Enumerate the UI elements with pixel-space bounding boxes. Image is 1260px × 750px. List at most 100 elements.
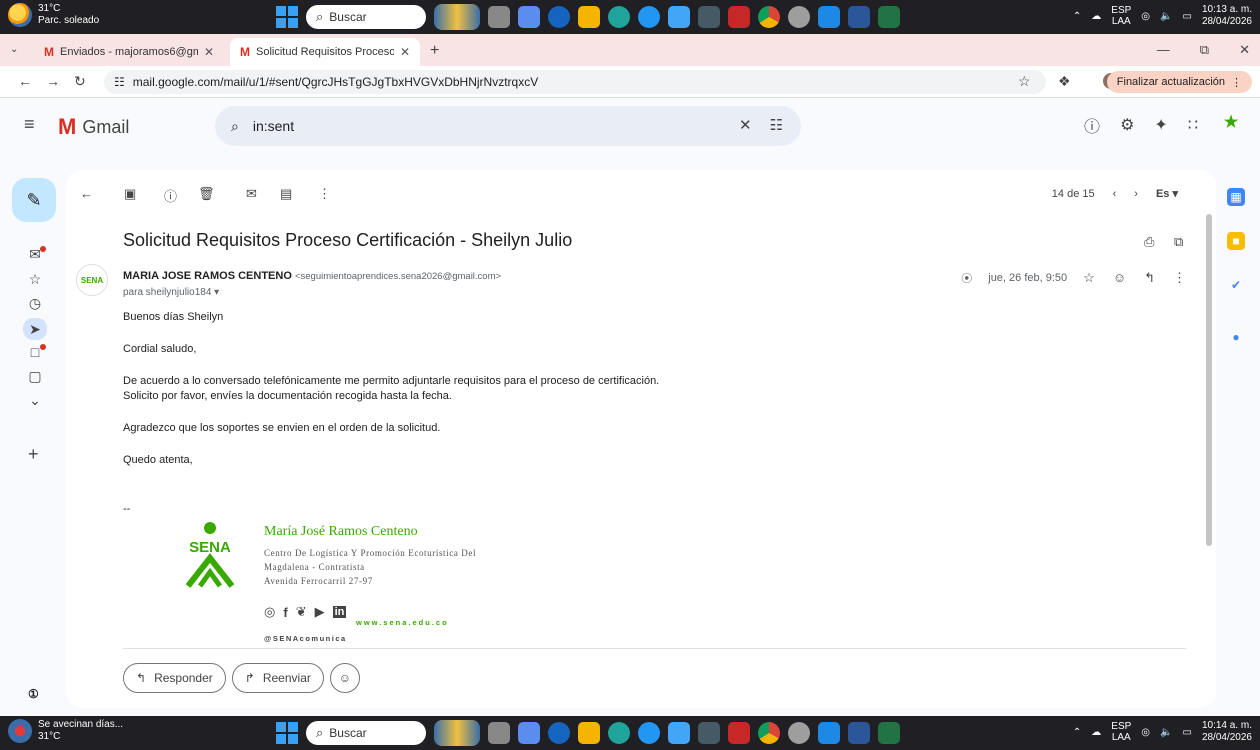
tab-solicitud[interactable]: M Solicitud Requisitos Proceso Ce ✕ bbox=[230, 38, 420, 66]
forward-icon[interactable]: → bbox=[46, 73, 60, 89]
archive-icon[interactable]: ▣ bbox=[124, 186, 136, 202]
tasks-icon[interactable]: ✔ bbox=[1227, 276, 1245, 294]
older-icon[interactable]: › bbox=[1134, 188, 1138, 200]
clock[interactable]: 10:14 a. m. 28/04/2026 bbox=[1202, 720, 1252, 744]
mail-search-input[interactable]: ⌕ in:sent ✕ ☷ bbox=[215, 106, 801, 146]
forward-button[interactable]: ↱ Reenviar bbox=[231, 663, 324, 693]
newer-icon[interactable]: ‹ bbox=[1113, 188, 1117, 200]
gemini-sparkle-icon[interactable]: ✦ bbox=[1154, 115, 1167, 135]
language-indicator[interactable]: ESP LAA bbox=[1111, 721, 1131, 743]
wifi-icon[interactable]: ◎ bbox=[1141, 727, 1150, 738]
chevron-up-icon[interactable]: ⌃ bbox=[1073, 727, 1081, 738]
calculator-icon[interactable] bbox=[698, 6, 720, 28]
back-icon[interactable]: ← bbox=[18, 73, 32, 89]
language-indicator[interactable]: ESP LAA bbox=[1111, 5, 1131, 27]
gear-icon[interactable]: ⚙ bbox=[1120, 115, 1134, 135]
store-icon[interactable] bbox=[668, 722, 690, 744]
chrome-icon[interactable] bbox=[758, 6, 780, 28]
copilot-icon[interactable] bbox=[518, 722, 540, 744]
minimize-icon[interactable]: — bbox=[1157, 42, 1170, 58]
edge-icon[interactable] bbox=[608, 6, 630, 28]
starred-icon[interactable]: ☆ bbox=[26, 271, 44, 288]
snoozed-icon[interactable]: ◷ bbox=[26, 295, 44, 312]
copilot-icon[interactable] bbox=[518, 6, 540, 28]
reload-icon[interactable]: ↻ bbox=[74, 73, 86, 90]
windows-start-icon[interactable] bbox=[276, 6, 298, 28]
store-icon[interactable] bbox=[668, 6, 690, 28]
taskbar-widget-image[interactable] bbox=[434, 4, 480, 30]
windows-start-icon[interactable] bbox=[276, 722, 298, 744]
settings-icon[interactable] bbox=[788, 722, 810, 744]
back-to-list-icon[interactable]: ← bbox=[80, 186, 93, 201]
calculator-icon[interactable] bbox=[698, 722, 720, 744]
task-view-icon[interactable] bbox=[488, 722, 510, 744]
more-chevron-icon[interactable]: ⌄ bbox=[26, 392, 44, 409]
wifi-icon[interactable]: ◎ bbox=[1141, 11, 1150, 22]
search-options-icon[interactable]: ☷ bbox=[770, 116, 783, 134]
excel-icon[interactable] bbox=[878, 722, 900, 744]
contacts-icon[interactable]: ● bbox=[1227, 328, 1245, 346]
url-input[interactable]: ☷ mail.google.com/mail/u/1/#sent/QgrcJHs… bbox=[104, 70, 1046, 94]
tab-search-chevron-icon[interactable]: ⌄ bbox=[10, 44, 18, 55]
cloud-icon[interactable]: ☁ bbox=[1091, 11, 1101, 22]
battery-icon[interactable]: ▭ bbox=[1182, 727, 1191, 738]
reply-icon[interactable]: ↰ bbox=[1144, 270, 1155, 286]
restore-icon[interactable]: ⧉ bbox=[1200, 42, 1209, 58]
taskbar-widget-image[interactable] bbox=[434, 720, 480, 746]
weather-widget[interactable]: Se avecinan días... 31°C bbox=[8, 719, 123, 743]
settings-icon[interactable] bbox=[788, 6, 810, 28]
tab-enviados[interactable]: M Enviados - majoramos6@gmail. ✕ bbox=[34, 38, 224, 66]
mark-unread-icon[interactable]: ✉ bbox=[246, 186, 257, 202]
finish-update-button[interactable]: Finalizar actualización ⋮ bbox=[1106, 71, 1252, 93]
photos-icon[interactable] bbox=[818, 6, 840, 28]
facebook-icon[interactable]: f bbox=[283, 605, 287, 620]
input-tools-select[interactable]: Es ▾ bbox=[1156, 187, 1178, 200]
cloud-icon[interactable]: ☁ bbox=[1091, 727, 1101, 738]
info-icon[interactable]: ① bbox=[28, 687, 39, 701]
calendar-icon[interactable]: ▦ bbox=[1227, 188, 1245, 206]
file-explorer-icon[interactable] bbox=[578, 6, 600, 28]
task-view-icon[interactable] bbox=[488, 6, 510, 28]
file-explorer-icon[interactable] bbox=[578, 722, 600, 744]
volume-icon[interactable]: 🔈 bbox=[1160, 11, 1172, 22]
close-tab-icon[interactable]: ✕ bbox=[204, 45, 214, 59]
print-icon[interactable]: ⎙ bbox=[1144, 234, 1154, 250]
hp-icon[interactable] bbox=[548, 722, 570, 744]
compose-button[interactable]: ✎ bbox=[12, 178, 56, 222]
keep-icon[interactable]: ■ bbox=[1227, 232, 1245, 250]
chevron-up-icon[interactable]: ⌃ bbox=[1073, 11, 1081, 22]
clear-search-icon[interactable]: ✕ bbox=[739, 116, 752, 134]
emoji-react-button[interactable]: ☺ bbox=[329, 663, 360, 693]
main-menu-icon[interactable]: ≡ bbox=[24, 114, 35, 135]
report-spam-icon[interactable]: ⓘ bbox=[164, 186, 177, 205]
word-icon[interactable] bbox=[848, 6, 870, 28]
extensions-icon[interactable]: ❖ bbox=[1058, 73, 1071, 90]
star-icon[interactable]: ☆ bbox=[1083, 270, 1095, 286]
clock[interactable]: 10:13 a. m. 28/04/2026 bbox=[1202, 4, 1252, 28]
more-vert-icon[interactable]: ⋮ bbox=[318, 186, 331, 202]
app-icon[interactable] bbox=[638, 6, 660, 28]
emoji-react-icon[interactable]: ☺ bbox=[1113, 270, 1126, 286]
account-avatar-sena-icon[interactable]: ★ bbox=[1218, 112, 1244, 138]
weather-widget[interactable]: 31°C Parc. soleado bbox=[8, 3, 99, 27]
close-tab-icon[interactable]: ✕ bbox=[400, 45, 410, 59]
search-icon[interactable]: ⌕ bbox=[231, 118, 239, 135]
open-new-window-icon[interactable]: ⧉ bbox=[1174, 234, 1183, 250]
sender-avatar[interactable]: SENA bbox=[76, 264, 108, 296]
youtube-icon[interactable]: ▶ bbox=[315, 604, 325, 620]
more-vert-icon[interactable]: ⋮ bbox=[1173, 270, 1186, 286]
purchases-icon[interactable]: ▢ bbox=[26, 368, 44, 385]
recipient-details[interactable]: para sheilynjulio184 ▾ bbox=[123, 287, 219, 298]
mcafee-icon[interactable] bbox=[728, 6, 750, 28]
new-tab-icon[interactable]: + bbox=[430, 42, 439, 60]
app-icon[interactable] bbox=[638, 722, 660, 744]
linkedin-icon[interactable]: in bbox=[332, 606, 347, 618]
mcafee-icon[interactable] bbox=[728, 722, 750, 744]
add-label-icon[interactable]: + bbox=[28, 444, 39, 465]
sent-icon[interactable]: ➤ bbox=[23, 318, 47, 340]
move-to-icon[interactable]: ▤ bbox=[280, 186, 292, 202]
twitter-icon[interactable]: ❦ bbox=[296, 604, 307, 620]
delete-icon[interactable]: 🗑 bbox=[198, 186, 215, 202]
scrollbar[interactable] bbox=[1206, 214, 1212, 546]
instagram-icon[interactable]: ◎ bbox=[264, 604, 275, 620]
